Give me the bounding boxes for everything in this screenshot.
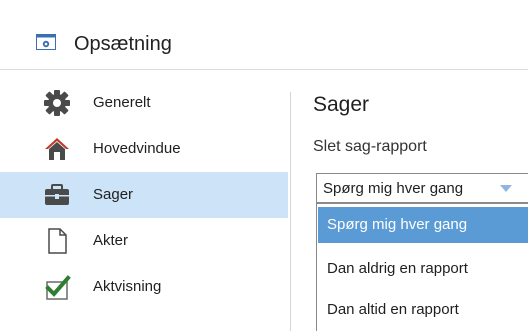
sidebar-item-aktvisning[interactable]: Aktvisning	[0, 264, 288, 310]
sidebar-item-generelt[interactable]: Generelt	[0, 80, 288, 126]
sidebar-item-label: Sager	[93, 186, 134, 203]
slet-sag-rapport-select[interactable]: Spørg mig hver gang	[316, 173, 528, 203]
dropdown-option[interactable]: Spørg mig hver gang	[318, 207, 528, 243]
sidebar-item-sager[interactable]: Sager	[0, 172, 288, 218]
dropdown-option[interactable]: Dan altid en rapport	[318, 292, 528, 328]
window-title: Opsætning	[74, 33, 172, 55]
field-label: Slet sag-rapport	[313, 138, 427, 155]
settings-window: Opsætning Generelt Hovedvindue Sager Akt…	[0, 0, 528, 331]
chevron-down-icon[interactable]	[500, 185, 512, 192]
section-title: Sager	[313, 93, 370, 116]
title-bar: Opsætning	[0, 0, 528, 70]
sidebar-item-label: Aktvisning	[93, 278, 162, 295]
sidebar-item-label: Hovedvindue	[93, 140, 181, 157]
sidebar-item-hovedvindue[interactable]: Hovedvindue	[0, 126, 288, 172]
option-label: Dan altid en rapport	[327, 301, 459, 318]
sidebar-item-label: Generelt	[93, 94, 151, 111]
settings-window-icon	[36, 34, 56, 50]
dropdown-option[interactable]: Dan aldrig en rapport	[318, 251, 528, 287]
house-icon	[43, 135, 71, 163]
select-value: Spørg mig hver gang	[323, 180, 464, 197]
document-icon	[43, 227, 71, 255]
checkmark-document-icon	[43, 273, 71, 301]
sidebar-item-akter[interactable]: Akter	[0, 218, 288, 264]
vertical-divider	[290, 92, 291, 331]
option-label: Spørg mig hver gang	[327, 216, 468, 233]
case-icon	[43, 181, 71, 209]
sidebar: Generelt Hovedvindue Sager Akter Aktvisn…	[0, 80, 288, 310]
option-label: Dan aldrig en rapport	[327, 260, 468, 277]
sidebar-item-label: Akter	[93, 232, 129, 249]
gear-icon	[43, 89, 71, 117]
select-dropdown-list: Spørg mig hver gang Dan aldrig en rappor…	[316, 203, 528, 331]
